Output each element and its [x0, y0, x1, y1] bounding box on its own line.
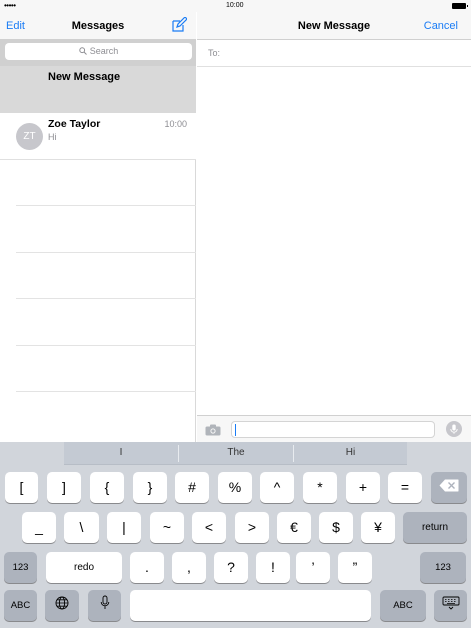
- contact-name: Zoe Taylor: [48, 118, 101, 130]
- key-close-brace[interactable]: }: [133, 472, 167, 503]
- key-pipe[interactable]: |: [107, 512, 141, 543]
- conversation-row-zoe-taylor[interactable]: ZT Zoe Taylor 10:00 Hi: [0, 113, 196, 160]
- suggestion-1[interactable]: I: [64, 442, 178, 465]
- numbers-toggle-key-right[interactable]: 123: [420, 552, 466, 583]
- conversation-row-new-message[interactable]: New Message: [0, 66, 196, 113]
- avatar: ZT: [16, 123, 43, 150]
- messages-title: Messages: [71, 20, 125, 32]
- hide-keyboard-key[interactable]: [434, 590, 467, 621]
- battery-icon: [452, 3, 468, 9]
- globe-key[interactable]: [45, 590, 79, 621]
- backspace-icon: [439, 479, 459, 492]
- dictation-key[interactable]: [88, 590, 121, 621]
- search-placeholder: Search: [89, 46, 119, 56]
- search-input[interactable]: Search: [5, 43, 192, 60]
- key-yen[interactable]: ¥: [361, 512, 395, 543]
- compose-icon[interactable]: [171, 16, 188, 33]
- camera-icon[interactable]: [205, 423, 221, 436]
- key-period[interactable]: .: [130, 552, 164, 583]
- space-key[interactable]: [130, 590, 371, 621]
- delete-key[interactable]: [431, 472, 467, 503]
- abc-key-right[interactable]: ABC: [380, 590, 426, 621]
- key-asterisk[interactable]: *: [303, 472, 337, 503]
- key-euro[interactable]: €: [277, 512, 311, 543]
- to-label: To:: [208, 48, 221, 58]
- key-tilde[interactable]: ~: [150, 512, 184, 543]
- status-bar: ••••• 10:00: [0, 0, 471, 12]
- key-open-bracket[interactable]: [: [5, 472, 38, 503]
- return-key[interactable]: return: [403, 512, 467, 543]
- compose-bar: [197, 415, 471, 442]
- key-dollar[interactable]: $: [319, 512, 353, 543]
- suggestion-bar: I The Hi: [64, 442, 407, 465]
- recipient-field[interactable]: To:: [197, 40, 471, 67]
- key-underscore[interactable]: _: [22, 512, 56, 543]
- conversation-title: New Message: [48, 71, 121, 83]
- search-bar: Search: [0, 40, 196, 66]
- redo-key[interactable]: redo: [46, 552, 122, 583]
- key-comma[interactable]: ,: [172, 552, 206, 583]
- key-exclamation[interactable]: !: [256, 552, 290, 583]
- text-cursor: [235, 424, 236, 436]
- message-preview: Hi: [48, 132, 57, 142]
- key-greater-than[interactable]: >: [235, 512, 269, 543]
- microphone-icon: [100, 595, 109, 609]
- cancel-button[interactable]: Cancel: [424, 20, 458, 32]
- message-time: 10:00: [164, 119, 187, 129]
- key-hash[interactable]: #: [175, 472, 209, 503]
- key-backslash[interactable]: \: [64, 512, 99, 543]
- signal-indicator: •••••: [4, 1, 16, 10]
- key-question[interactable]: ?: [214, 552, 248, 583]
- messages-list-pane: Edit Messages Search New Message ZT Zoe …: [0, 12, 196, 442]
- abc-key-left[interactable]: ABC: [4, 590, 37, 621]
- suggestion-3[interactable]: Hi: [294, 442, 407, 465]
- key-equals[interactable]: =: [388, 472, 422, 503]
- globe-icon: [55, 596, 69, 610]
- key-open-brace[interactable]: {: [90, 472, 124, 503]
- status-clock: 10:00: [226, 2, 244, 9]
- message-input[interactable]: [231, 421, 435, 438]
- key-quote[interactable]: ”: [338, 552, 372, 583]
- numbers-toggle-key-left[interactable]: 123: [4, 552, 37, 583]
- list-divider: [16, 205, 196, 206]
- messages-nav-bar: Edit Messages: [0, 12, 196, 40]
- key-less-than[interactable]: <: [192, 512, 226, 543]
- list-divider: [16, 252, 196, 253]
- new-message-nav-bar: New Message Cancel: [197, 12, 471, 40]
- key-caret[interactable]: ^: [260, 472, 294, 503]
- keyboard: I The Hi [ ] { } # % ^ * + = _ \ | ~ < >…: [0, 442, 471, 628]
- search-icon: [79, 47, 87, 55]
- suggestion-2[interactable]: The: [179, 442, 293, 465]
- key-percent[interactable]: %: [218, 472, 252, 503]
- list-divider: [16, 298, 196, 299]
- key-apostrophe[interactable]: ’: [296, 552, 330, 583]
- keyboard-dismiss-icon: [442, 596, 459, 610]
- key-close-bracket[interactable]: ]: [47, 472, 81, 503]
- microphone-icon[interactable]: [446, 421, 462, 437]
- list-divider: [16, 391, 196, 392]
- key-plus[interactable]: +: [346, 472, 380, 503]
- list-divider: [16, 345, 196, 346]
